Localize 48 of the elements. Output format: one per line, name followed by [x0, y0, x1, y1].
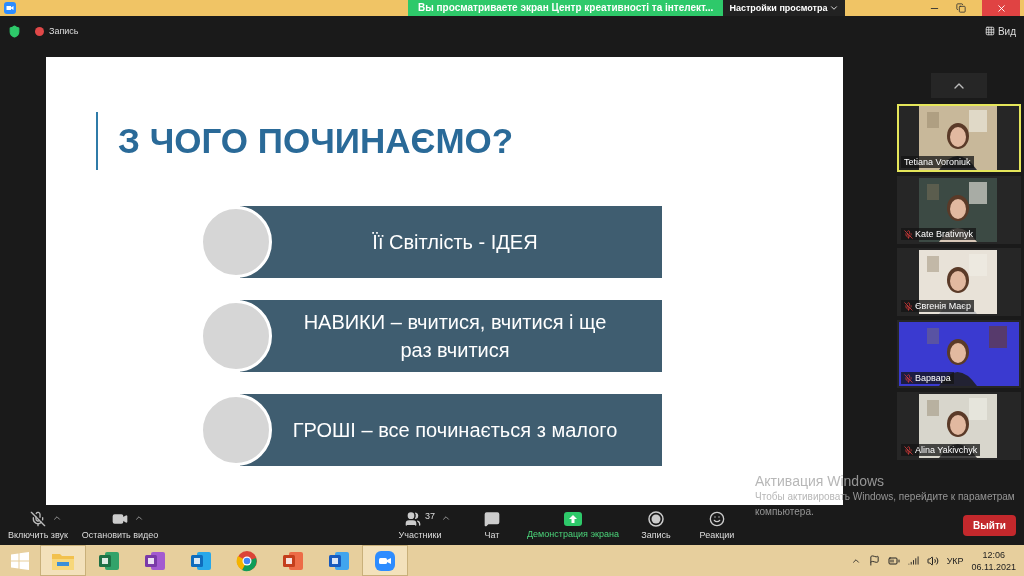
screen-share-banner: Вы просматриваете экран Центр креативності та інтелект... — [408, 0, 724, 16]
office-app-icon[interactable] — [190, 549, 212, 572]
participant-name: Kate Brativnyk — [915, 229, 974, 239]
language-indicator[interactable]: УКР — [946, 555, 964, 566]
signal-icon[interactable] — [907, 555, 919, 566]
chat-icon — [484, 510, 500, 527]
office-app-icon[interactable] — [98, 549, 120, 572]
volume-icon[interactable] — [926, 554, 939, 567]
share-toolbar-button[interactable]: Демонстрация экрана — [518, 511, 628, 539]
participants-icon — [405, 510, 421, 527]
flag-icon[interactable] — [868, 555, 880, 566]
windows-start-icon[interactable] — [11, 551, 29, 570]
record-toolbar-button[interactable]: Запись — [631, 510, 681, 540]
clock[interactable]: 12:06 06.11.2021 — [971, 548, 1016, 573]
participant-name: Євгенія Маєр — [915, 301, 971, 311]
share-screen-icon — [564, 511, 582, 526]
shield-check-icon — [8, 24, 21, 38]
restore-icon[interactable] — [956, 3, 966, 13]
taskbar-app-button[interactable] — [362, 545, 408, 576]
office-app-icon[interactable] — [144, 549, 166, 572]
grid-icon — [984, 26, 995, 36]
video-camera-app-icon[interactable] — [374, 549, 396, 572]
video-toolbar-button[interactable]: Остановить видео — [76, 510, 164, 540]
office-app-icon[interactable] — [328, 549, 350, 572]
view-button[interactable]: Вид — [984, 25, 1016, 37]
battery-icon[interactable] — [887, 554, 900, 567]
participant-count: 37 — [425, 510, 435, 521]
participant-name: Варвара — [915, 373, 951, 383]
taskbar-app-button[interactable] — [40, 545, 86, 576]
caret-icon — [829, 3, 840, 13]
view-options-button[interactable]: Настройки просмотра — [723, 0, 846, 16]
reactions-toolbar-button[interactable]: Реакции — [692, 510, 742, 540]
slide-title: З ЧОГО ПОЧИНАЄМО? — [118, 121, 514, 161]
close-icon — [995, 2, 1007, 14]
smiley-icon — [709, 510, 725, 527]
office-app-icon[interactable] — [282, 549, 304, 572]
browser-app-icon[interactable] — [236, 549, 258, 572]
participants-toolbar-button[interactable]: 37 Участники — [390, 510, 450, 540]
recording-label: Запись — [49, 26, 79, 36]
leave-button[interactable]: Выйти — [963, 514, 1016, 536]
participant-name: Tetiana Voroniuk — [904, 157, 971, 167]
chat-toolbar-button[interactable]: Чат — [472, 510, 512, 540]
mic-toolbar-button[interactable]: Включить звук — [0, 510, 76, 540]
video-camera-logo-icon — [4, 2, 16, 14]
muted-microphone-icon — [30, 510, 46, 527]
participant-name: Alina Yakivchyk — [915, 445, 978, 455]
record-icon — [648, 510, 664, 527]
recording-dot-icon — [35, 26, 44, 36]
